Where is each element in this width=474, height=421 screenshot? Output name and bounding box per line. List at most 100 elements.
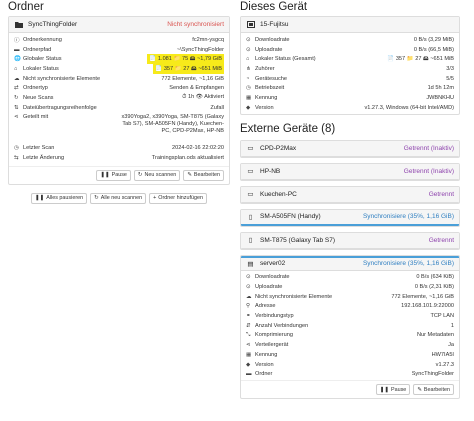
download-icon: ⊙ bbox=[246, 36, 251, 43]
device-header-kuechen[interactable]: ▭ Kuechen-PC Getrennt bbox=[241, 186, 459, 203]
pencil-icon: ✎ bbox=[417, 386, 422, 393]
cloud-icon: ☁ bbox=[246, 293, 252, 300]
share-icon: ⋖ bbox=[14, 113, 19, 120]
device-icon bbox=[246, 20, 255, 29]
folder-row-local-status: ⌂ Lokaler Status 📄 357 📁 27 🖴 ~651 MiB bbox=[14, 63, 224, 74]
upload-icon: ⊙ bbox=[246, 46, 251, 53]
folder-row-out-of-sync: ☁ Nicht synchronisierte Elemente 772 Eleme… bbox=[14, 75, 224, 82]
sitemap-icon: ⋔ bbox=[246, 65, 251, 72]
tablet-icon: ▯ bbox=[248, 237, 253, 244]
tag-icon: ◆ bbox=[246, 361, 251, 368]
pause-button[interactable]: ❚❚ Pause bbox=[96, 169, 131, 181]
folder-row-type: ⇄ Ordnertyp Senden & Empfangen bbox=[14, 85, 224, 92]
exchange-icon: ⇄ bbox=[14, 85, 19, 92]
device-row-uptime: ◷ Betriebszeit 1d 5h 12m bbox=[246, 85, 454, 92]
folder-row-last-scan: ◷ Letzter Scan 2024-02-16 22:02:20 bbox=[14, 145, 224, 152]
cloud-icon: ☁ bbox=[14, 75, 20, 82]
folder-row-path: ▬ Ordnerpfad ~\SyncThingFolder bbox=[14, 46, 224, 53]
folder-icon: ▬ bbox=[14, 46, 20, 53]
server-row-upload: ⊙ Uploadrate 0 B/s (2,31 KiB) bbox=[246, 284, 454, 291]
folder-icon: ▬ bbox=[246, 371, 252, 378]
order-icon: ⇅ bbox=[14, 104, 19, 111]
folder-row-rescans: ↻ Neue Scans ⏱ 1h 👁 Aktiviert bbox=[14, 94, 224, 101]
qrcode-icon: ▦ bbox=[246, 351, 252, 358]
server-edit-button[interactable]: ✎ Bearbeiten bbox=[413, 384, 454, 396]
server-row-id: ▦ Kennung HW7IA5I bbox=[246, 351, 454, 358]
this-device-heading: Dieses Gerät bbox=[240, 1, 308, 13]
add-folder-button[interactable]: + Ordner hinzufügen bbox=[149, 192, 207, 204]
download-icon: ⊙ bbox=[246, 274, 251, 281]
device-panel-hp: ▭ HP-NB Getrennt (Inaktiv) bbox=[240, 162, 460, 181]
folder-name: SyncThingFolder bbox=[28, 21, 78, 28]
device-panel-sm-a505fn: ▯ SM-A505FN (Handy) Synchronisiere (35%, 1… bbox=[240, 208, 460, 227]
swap-icon: ⇆ bbox=[14, 155, 19, 162]
server-row-introducer: ⋖ Verteilergerät Ja bbox=[246, 342, 454, 349]
edit-folder-button[interactable]: ✎ Bearbeiten bbox=[183, 169, 224, 181]
link-icon: ⚭ bbox=[246, 313, 251, 320]
server-row-download: ⊙ Downloadrate 0 B/s (634 KiB) bbox=[246, 274, 454, 281]
laptop-icon: ▭ bbox=[247, 145, 254, 152]
devices-column: Dieses Gerät 15-Fujitsu ⊙ Downloadrate 0 B… bbox=[240, 0, 460, 400]
folder-row-last-change: ⇆ Letzte Änderung Trainingsplan.ods aktual… bbox=[14, 155, 224, 162]
device-panel-server02: ▤ server02 Synchronisiere (35%, 1,16 GiB… bbox=[240, 254, 460, 400]
clock-icon: ◷ bbox=[246, 85, 251, 92]
pause-icon: ❚❚ bbox=[35, 195, 45, 202]
server-icon: ▤ bbox=[247, 260, 254, 268]
folders-column: Ordner SyncThingFolder Nicht synchronisi… bbox=[8, 0, 230, 204]
device-row-upload: ⊙ Uploadrate 0 B/s (66,5 MiB) bbox=[246, 46, 454, 53]
signal-icon: ◔ bbox=[246, 75, 250, 82]
out-of-sync-link[interactable]: 772 Elemente, ~1,16 GiB bbox=[161, 76, 224, 82]
server-row-version: ◆ Version v1.27.3 bbox=[246, 361, 454, 368]
folder-panel: SyncThingFolder Nicht synchronisiert ⓘ Or… bbox=[8, 16, 230, 185]
tag-icon: ◆ bbox=[246, 104, 251, 111]
laptop-icon: ▭ bbox=[247, 168, 254, 175]
server-row-address: ⚲ Adresse 192.168.101.9:22000 bbox=[246, 303, 454, 310]
pause-all-button[interactable]: ❚❚ Alles pausieren bbox=[31, 192, 88, 204]
device-row-id: ▦ Kennung JWBNKHU bbox=[246, 94, 454, 101]
folder-header[interactable]: SyncThingFolder Nicht synchronisiert bbox=[9, 17, 229, 33]
device-row-discovery: ◔ Gerätesuche 5/5 bbox=[246, 75, 454, 82]
folder-row-pull-order: ⇅ Dateiübertragungsreihenfolge Zufall bbox=[14, 104, 224, 111]
folder-row-global-status: 🌐 Globaler Status 📄 1.081 📁 75 🖴 ~1,79 GiB bbox=[14, 54, 224, 65]
folder-row-id: ⓘ Ordnerkennung fc2mn-ysgcq bbox=[14, 36, 224, 44]
server-row-connections: ⇵ Anzahl Verbindungen 1 bbox=[246, 322, 454, 329]
folder-icon bbox=[14, 20, 23, 29]
device-row-version: ◆ Version v1.27.3, Windows (64-bit Intel/A… bbox=[246, 104, 454, 111]
connections-icon: ⇵ bbox=[246, 322, 251, 329]
home-icon: ⌂ bbox=[246, 56, 250, 63]
server-row-out-of-sync: ☁ Nicht synchronisierte Elemente 772 Eleme… bbox=[246, 293, 454, 300]
pencil-icon: ✎ bbox=[187, 172, 192, 179]
device-header-sm-a505fn[interactable]: ▯ SM-A505FN (Handy) Synchronisiere (35%, 1… bbox=[241, 209, 459, 226]
device-header-sm-t875[interactable]: ▯ SM-T875 (Galaxy Tab S7) Getrennt bbox=[241, 232, 459, 249]
pause-icon: ❚❚ bbox=[100, 172, 110, 179]
device-panel-cpd: ▭ CPD-P2Max Getrennt (Inaktiv) bbox=[240, 139, 460, 158]
folder-status: Nicht synchronisiert bbox=[167, 21, 224, 28]
rescan-all-button[interactable]: ↻ Alle neu scannen bbox=[90, 192, 147, 204]
server-row-connection-type: ⚭ Verbindungstyp TCP LAN bbox=[246, 313, 454, 320]
folder-footer: ❚❚ Alles pausieren ↻ Alle neu scannen + Ord… bbox=[8, 192, 230, 204]
compress-icon: ⤡ bbox=[246, 331, 251, 338]
home-icon: ⌂ bbox=[14, 65, 18, 72]
external-devices-heading: Externe Geräte (8) bbox=[240, 122, 336, 135]
rescan-button[interactable]: ↻ Neu scannen bbox=[133, 169, 181, 181]
device-header-server02[interactable]: ▤ server02 Synchronisiere (35%, 1,16 GiB… bbox=[241, 255, 459, 271]
device-header-cpd[interactable]: ▭ CPD-P2Max Getrennt (Inaktiv) bbox=[241, 140, 459, 157]
mobile-icon: ▯ bbox=[248, 213, 253, 221]
device-header-hp[interactable]: ▭ HP-NB Getrennt (Inaktiv) bbox=[241, 163, 459, 180]
refresh-icon: ↻ bbox=[137, 172, 143, 179]
this-device-header[interactable]: 15-Fujitsu bbox=[241, 17, 459, 33]
device-panel-kuechen: ▭ Kuechen-PC Getrennt bbox=[240, 185, 460, 204]
server-row-folders: ▬ Ordner SyncThingFolder bbox=[246, 371, 454, 378]
pause-icon: ❚❚ bbox=[379, 386, 390, 393]
refresh-icon: ↻ bbox=[14, 94, 19, 101]
qrcode-icon: ▦ bbox=[246, 94, 252, 101]
device-row-listeners: ⋔ Zuhörer 3/3 bbox=[246, 65, 454, 72]
this-device-panel: 15-Fujitsu ⊙ Downloadrate 0 B/s (3,29 MiB)… bbox=[240, 16, 460, 115]
server-row-compression: ⤡ Komprimierung Nur Metadaten bbox=[246, 331, 454, 339]
link-icon: ⚲ bbox=[246, 303, 251, 310]
upload-icon: ⊙ bbox=[246, 284, 251, 291]
this-device-name: 15-Fujitsu bbox=[260, 21, 289, 28]
server-pause-button[interactable]: ❚❚ Pause bbox=[375, 384, 411, 396]
device-panel-sm-t875: ▯ SM-T875 (Galaxy Tab S7) Getrennt bbox=[240, 231, 460, 250]
refresh-icon: ↻ bbox=[94, 195, 99, 202]
